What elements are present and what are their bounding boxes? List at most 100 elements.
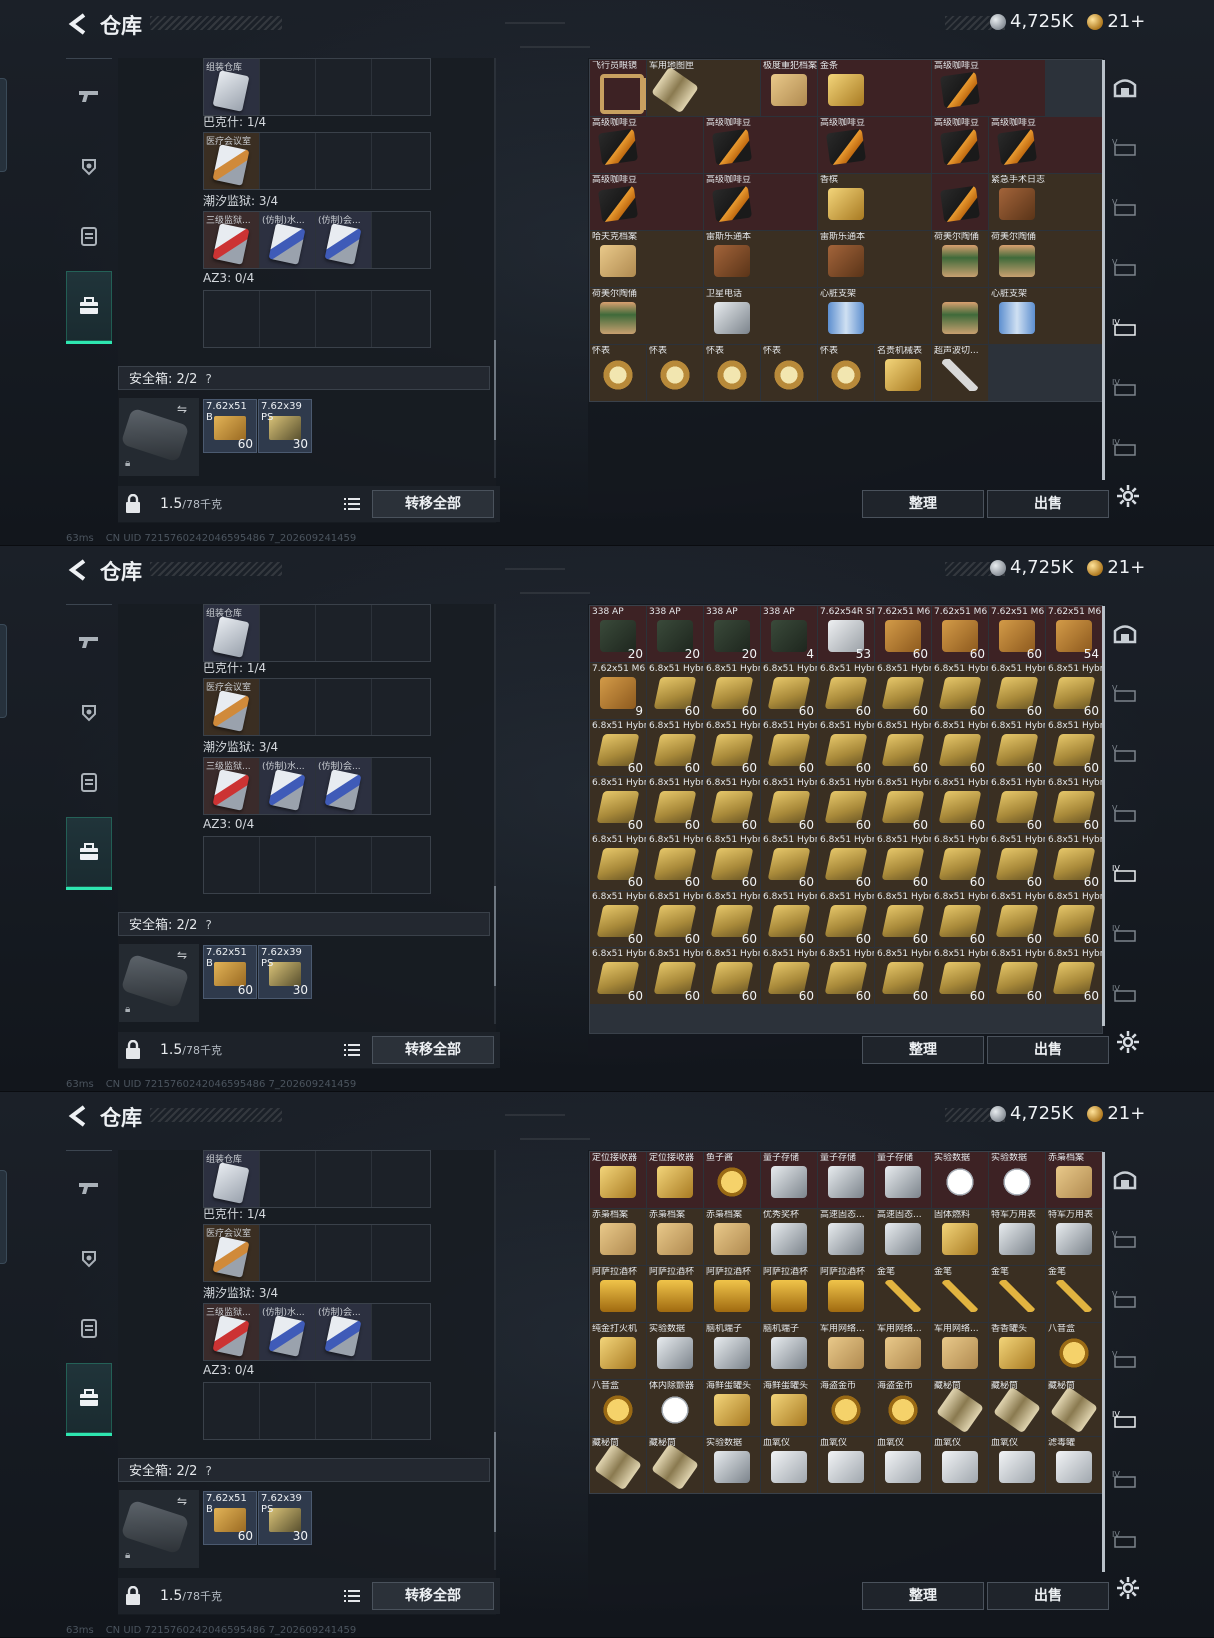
inventory-item[interactable]: 6.8x51 Hybrid 60 [875,777,931,833]
gold-amount[interactable]: 21+ [1107,1103,1145,1124]
nav-vest[interactable] [66,747,112,817]
container-slot[interactable] [372,1304,428,1360]
inventory-item[interactable]: 6.8x51 Hybrid 60 [818,720,874,776]
warehouse-page-v[interactable]: V [1110,132,1140,162]
inventory-item[interactable]: 怀表 [590,345,646,401]
container-slot[interactable]: (仿制)会... [316,758,372,814]
inventory-item[interactable]: 阿萨拉酒杯 [818,1266,874,1322]
inventory-item[interactable]: 名贵机械表 [875,345,931,401]
warehouse-scrollbar[interactable] [1102,606,1105,1026]
warehouse-page-v3[interactable]: V [1110,1344,1140,1374]
inventory-item[interactable]: 高速固态... [818,1209,874,1265]
container-slot[interactable] [372,1151,428,1207]
warehouse-page-v3[interactable]: V [1110,252,1140,282]
inventory-item[interactable]: 6.8x51 Hybrid 60 [761,720,817,776]
safebox-ammo-slot[interactable]: 7.62x51 B 60 [203,399,257,453]
container-slot[interactable] [372,59,428,115]
container-slot[interactable]: 组装仓库 [204,605,260,661]
inventory-item[interactable]: 6.8x51 Hybrid 60 [875,663,931,719]
container-slot[interactable] [204,291,260,347]
container-slot[interactable]: (仿制)水... [260,1304,316,1360]
warehouse-page-v2[interactable]: V [1110,738,1140,768]
inventory-item[interactable]: 阿萨拉酒杯 [647,1266,703,1322]
inventory-item[interactable]: 6.8x51 Hybrid 60 [590,720,646,776]
container-slot[interactable]: 医疗会议室 [204,133,260,189]
inventory-item[interactable]: 藏秘筒 [1046,1380,1102,1436]
sort-button[interactable]: 整理 [862,490,984,518]
sell-button[interactable]: 出售 [987,1582,1109,1610]
inventory-item[interactable]: 6.8x51 Hybrid 60 [989,891,1045,947]
container-slot[interactable] [316,837,372,893]
inventory-item[interactable]: 6.8x51 Hybrid 60 [818,663,874,719]
warehouse-page-iv3[interactable]: IV [1110,432,1140,462]
container-slot[interactable] [260,837,316,893]
inventory-item[interactable]: 高级咖啡豆 [932,60,1045,116]
container-slot[interactable] [372,605,428,661]
inventory-item[interactable]: 海鲜蛋罐头 [704,1380,760,1436]
inventory-item[interactable]: 338 AP 20 [647,606,703,662]
inventory-item[interactable]: 6.8x51 Hybrid 60 [761,777,817,833]
list-view-button[interactable] [338,1038,366,1062]
inventory-item[interactable]: 定位接收器 [590,1152,646,1208]
inventory-item[interactable]: 6.8x51 Hybrid 60 [647,720,703,776]
inventory-item[interactable]: 7.62x54R SNB 53 [818,606,874,662]
inventory-item[interactable]: 赤枭档案 [1046,1152,1102,1208]
inventory-item[interactable]: 量子存储 [818,1152,874,1208]
inventory-item[interactable]: 阿萨拉酒杯 [590,1266,646,1322]
inventory-item[interactable]: 6.8x51 Hybrid 60 [932,663,988,719]
inventory-item[interactable]: 6.8x51 Hybrid 60 [647,663,703,719]
container-slot[interactable] [260,605,316,661]
left-edge-tab[interactable] [0,1170,7,1264]
inventory-item[interactable]: 6.8x51 Hybrid 60 [590,891,646,947]
inventory-item[interactable]: 6.8x51 Hybrid 60 [932,834,988,890]
inventory-item[interactable]: 阿萨拉酒杯 [704,1266,760,1322]
container-slot[interactable] [316,133,372,189]
nav-weapons[interactable] [66,61,112,131]
inventory-item[interactable]: 6.8x51 Hybrid 60 [1046,777,1102,833]
inventory-item[interactable]: 338 AP 20 [590,606,646,662]
nav-vest[interactable] [66,201,112,271]
container-slot[interactable]: (仿制)水... [260,758,316,814]
container-slot[interactable] [372,679,428,735]
container-slot[interactable] [260,1383,316,1439]
inventory-item[interactable]: 紧急手术日志 [989,174,1102,230]
inventory-item[interactable]: 纯金打火机 [590,1323,646,1379]
inventory-item[interactable]: 6.8x51 Hybrid 60 [1046,948,1102,1004]
warehouse-page-v2[interactable]: V [1110,192,1140,222]
container-slot[interactable]: 三级监狱... [204,758,260,814]
inventory-item[interactable]: 心脏支架 [818,288,931,344]
inventory-item[interactable]: 6.8x51 Hybrid 60 [761,663,817,719]
gear-icon[interactable] [1116,1576,1140,1600]
warehouse-scrollbar[interactable] [1102,60,1105,480]
container-slot[interactable]: 组装仓库 [204,1151,260,1207]
inventory-item[interactable]: 量子存储 [875,1152,931,1208]
nav-backpack[interactable] [66,817,112,890]
warehouse-page-iv[interactable]: IV [1110,858,1140,888]
container-slot[interactable] [260,59,316,115]
warehouse-scrollbar-thumb[interactable] [1102,606,1105,1026]
lock-icon[interactable] [124,494,142,514]
inventory-item[interactable]: 6.8x51 Hybrid 60 [1046,663,1102,719]
inventory-item[interactable]: 6.8x51 Hybrid 60 [932,891,988,947]
inventory-item[interactable]: 军用地图匣 [647,60,760,116]
inventory-item[interactable]: 实验数据 [647,1323,703,1379]
sort-button[interactable]: 整理 [862,1582,984,1610]
container-slot[interactable]: 医疗会议室 [204,1225,260,1281]
safebox-case[interactable]: ⇋ 🔒︎ [119,944,199,1022]
inventory-item[interactable]: 卫星电话 [704,288,817,344]
inventory-item[interactable]: 7.62x51 M61 60 [989,606,1045,662]
inventory-item[interactable]: 军用网络... [932,1323,988,1379]
inventory-item[interactable]: 滤毒罐 [1046,1437,1102,1493]
inventory-item[interactable]: 6.8x51 Hybrid 60 [818,948,874,1004]
safebox-ammo-slot[interactable]: 7.62x39 PS 30 [258,399,312,453]
inventory-item[interactable]: 6.8x51 Hybrid 60 [875,834,931,890]
inventory-item[interactable]: 特军万用表 [989,1209,1045,1265]
inventory-item[interactable]: 特军万用表 [1046,1209,1102,1265]
inventory-item[interactable]: 7.62x51 M61 60 [932,606,988,662]
list-view-button[interactable] [338,1584,366,1608]
left-scrollbar-thumb[interactable] [494,1432,496,1532]
swap-icon[interactable]: ⇋ [177,1494,187,1508]
inventory-item[interactable]: 6.8x51 Hybrid 60 [590,777,646,833]
container-slot[interactable] [372,1383,428,1439]
inventory-item[interactable]: 6.8x51 Hybrid 60 [989,777,1045,833]
